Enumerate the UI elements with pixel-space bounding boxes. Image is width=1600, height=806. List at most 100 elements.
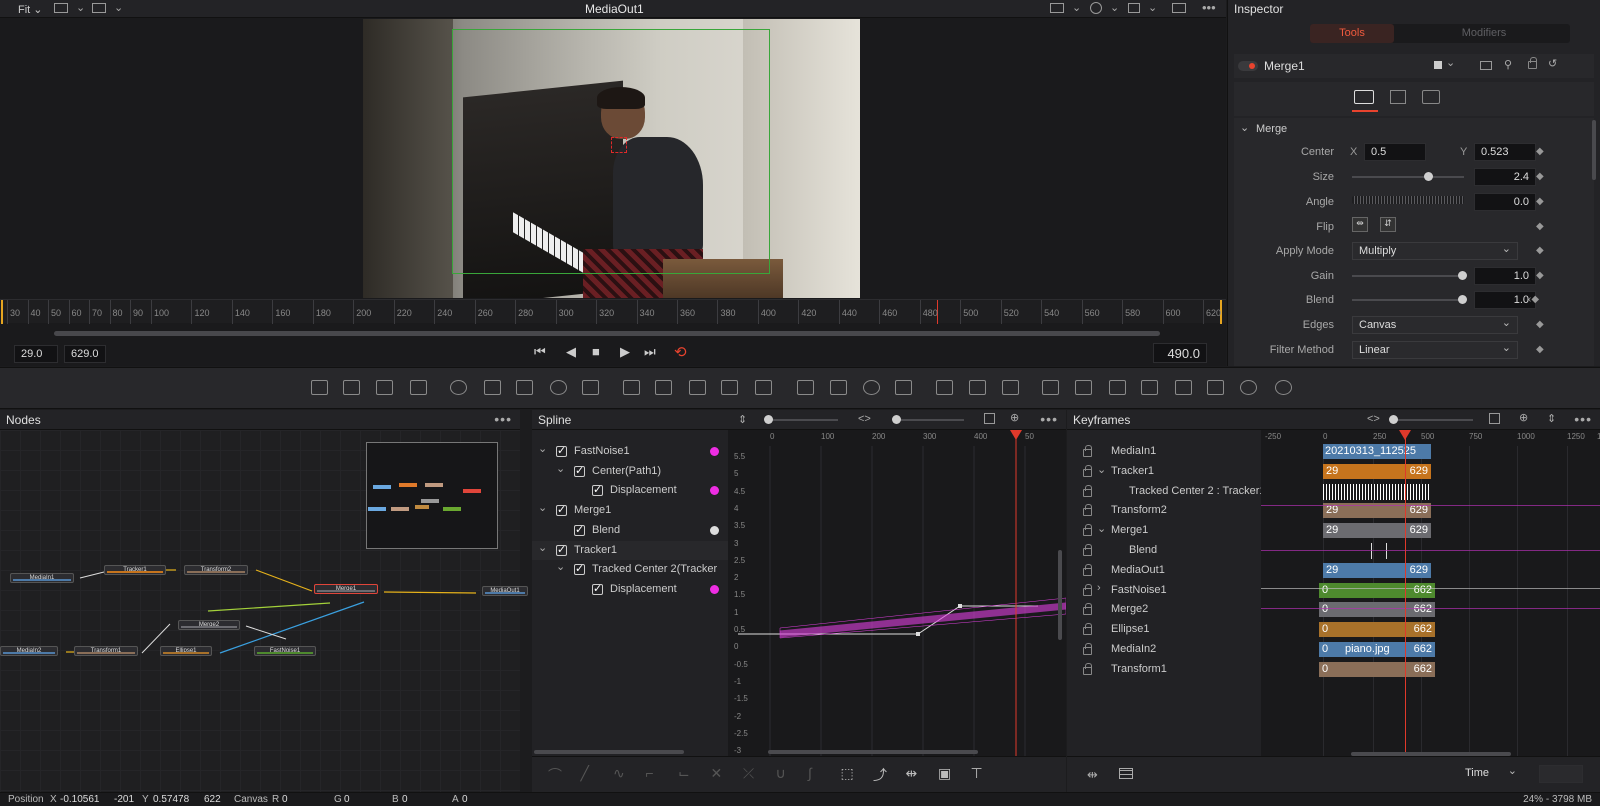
- node-ellipse1[interactable]: Ellipse1: [160, 646, 212, 656]
- chevron-down-icon[interactable]: ⌄: [76, 1, 85, 14]
- bspline-icon[interactable]: [516, 380, 533, 395]
- keyframe-nav-icon[interactable]: ‹◆: [1528, 294, 1539, 305]
- more-options-icon[interactable]: •••: [1574, 411, 1592, 427]
- bezier-mask-icon[interactable]: [936, 380, 953, 395]
- ellipse-mask-icon[interactable]: [863, 380, 880, 395]
- blend-slider[interactable]: [1352, 299, 1464, 301]
- settings-tab-icon[interactable]: [1422, 90, 1440, 104]
- tracker-point[interactable]: [611, 137, 627, 153]
- loop-icon[interactable]: ⟲: [674, 343, 687, 361]
- blend-field[interactable]: 1.0: [1474, 291, 1536, 309]
- lock-icon[interactable]: [1083, 445, 1092, 457]
- more-options-icon[interactable]: •••: [1040, 411, 1058, 427]
- keyframe-row[interactable]: Transform1: [1067, 660, 1261, 679]
- end-frame-field[interactable]: 629.0: [64, 345, 106, 363]
- lock-icon[interactable]: [1083, 643, 1092, 655]
- lock-icon[interactable]: [1083, 544, 1092, 556]
- fog3d-icon[interactable]: [1275, 380, 1292, 395]
- chevron-down-icon[interactable]: ⌄: [1446, 56, 1455, 69]
- chevron-down-icon[interactable]: ⌄: [1240, 121, 1249, 134]
- curve-color-dot[interactable]: [710, 447, 719, 456]
- go-to-end-icon[interactable]: ⏭: [644, 344, 656, 360]
- playhead-handle[interactable]: [1399, 430, 1411, 440]
- loop-icon[interactable]: ∪: [776, 765, 786, 782]
- node-transform1[interactable]: Transform1: [74, 646, 138, 656]
- apply-mode-dropdown[interactable]: Multiply: [1352, 242, 1518, 260]
- node-transform2[interactable]: Transform2: [184, 565, 248, 575]
- node-merge2[interactable]: Merge2: [178, 620, 240, 630]
- lock-icon[interactable]: [1083, 583, 1092, 596]
- roi-icon[interactable]: [1050, 3, 1064, 13]
- spline-hzoom-knob[interactable]: [892, 415, 901, 424]
- angle-field[interactable]: 0.0: [1474, 193, 1536, 211]
- time-field[interactable]: [1539, 765, 1583, 783]
- rectangle-mask-icon[interactable]: [830, 380, 847, 395]
- camera3d-icon[interactable]: [1207, 380, 1224, 395]
- keyframe-row[interactable]: MediaOut1: [1067, 561, 1261, 580]
- fit-horizontal-icon[interactable]: <>: [858, 413, 871, 425]
- visibility-checkbox[interactable]: [574, 523, 585, 536]
- keyframe-bar[interactable]: 0 662: [1319, 622, 1435, 638]
- keyframe-row[interactable]: MediaIn2: [1067, 640, 1261, 659]
- keyframe-bar[interactable]: 0 662: [1319, 602, 1435, 618]
- blur-icon[interactable]: [582, 380, 599, 395]
- visibility-checkbox[interactable]: [574, 464, 585, 477]
- chevron-down-icon[interactable]: ⌄: [538, 541, 547, 554]
- color-swatch-icon[interactable]: [1434, 61, 1442, 69]
- curve-color-dot[interactable]: [710, 486, 719, 496]
- curve-color-dot[interactable]: [710, 584, 719, 594]
- lock-icon[interactable]: [1083, 563, 1092, 576]
- blend-slider-knob[interactable]: [1458, 295, 1467, 304]
- filter-method-dropdown[interactable]: Linear: [1352, 341, 1518, 359]
- lock-icon[interactable]: [1083, 504, 1092, 517]
- chevron-down-icon[interactable]: ⌄: [538, 501, 547, 514]
- lock-icon[interactable]: [1083, 524, 1092, 537]
- size-field[interactable]: 2.4: [1474, 168, 1536, 186]
- time-dropdown[interactable]: Time: [1459, 764, 1523, 783]
- spline-tree-item[interactable]: ⌄ Center(Path1): [532, 462, 728, 481]
- spline-vscroll[interactable]: [1058, 550, 1062, 640]
- play-reverse-icon[interactable]: ◀: [566, 344, 576, 360]
- viewer-scrollbar[interactable]: [54, 331, 1160, 336]
- edges-dropdown[interactable]: Canvas: [1352, 316, 1518, 334]
- center-x-field[interactable]: 0.5: [1364, 143, 1426, 161]
- view-layout-icon[interactable]: [54, 3, 68, 13]
- flip-horizontal-icon[interactable]: ⇹: [1352, 217, 1368, 232]
- merge-tab-icon[interactable]: [1354, 90, 1374, 104]
- keyframe-row[interactable]: ⌄ Merge1: [1067, 521, 1261, 540]
- zoom-icon[interactable]: ⊕: [1519, 411, 1528, 424]
- time-ruler[interactable]: 30 40 50 60 70 80 90 100 120 140 160 180 200 220 240 26…: [0, 299, 1226, 324]
- keyframe-diamond-icon[interactable]: ◆: [1536, 146, 1544, 157]
- start-frame-field[interactable]: 29.0: [14, 345, 58, 363]
- set-icon[interactable]: ⤫: [743, 765, 754, 782]
- flip-vertical-icon[interactable]: ⇵: [1380, 217, 1396, 232]
- node-tracker1[interactable]: Tracker1: [104, 565, 166, 575]
- keyframes-zoom-knob[interactable]: [1389, 415, 1398, 424]
- table-icon[interactable]: [1119, 768, 1133, 779]
- tracker-icon[interactable]: [969, 380, 986, 395]
- keyframe-bar[interactable]: 29 629: [1323, 463, 1431, 479]
- keyframe-row[interactable]: Transform2: [1067, 501, 1261, 520]
- step-out-icon[interactable]: ⌙: [678, 765, 690, 782]
- background-icon[interactable]: [311, 380, 328, 395]
- planar-tracker-icon[interactable]: [1002, 380, 1019, 395]
- keyframe-bar[interactable]: 20210313_112525: [1323, 444, 1431, 459]
- spline-hscroll[interactable]: [768, 750, 978, 754]
- keyframe-diamond-icon[interactable]: ◆: [1536, 245, 1544, 256]
- chevron-down-icon[interactable]: ⌄: [1110, 1, 1119, 14]
- keyframe-diamond-icon[interactable]: ◆: [1536, 319, 1544, 330]
- shape3d-icon[interactable]: [1075, 380, 1092, 395]
- merge-icon[interactable]: [655, 380, 672, 395]
- keyframe-bar[interactable]: 29 629: [1323, 523, 1431, 539]
- resize-icon[interactable]: [755, 380, 772, 395]
- chevron-down-icon[interactable]: ⌄: [1097, 463, 1106, 476]
- spline-tree-item[interactable]: ⌄ Merge1: [532, 501, 728, 520]
- chevron-down-icon[interactable]: ⌄: [114, 1, 123, 14]
- lock-icon[interactable]: [1083, 623, 1092, 636]
- keyframe-row[interactable]: ⌄ Tracker1: [1067, 462, 1261, 481]
- keyframe-diamond-icon[interactable]: ◆: [1536, 221, 1544, 232]
- text-icon[interactable]: [376, 380, 393, 395]
- keyframe-bar[interactable]: piano.jpg 0 662: [1319, 642, 1435, 657]
- visibility-checkbox[interactable]: [556, 444, 567, 457]
- tab-tools[interactable]: Tools: [1310, 24, 1394, 43]
